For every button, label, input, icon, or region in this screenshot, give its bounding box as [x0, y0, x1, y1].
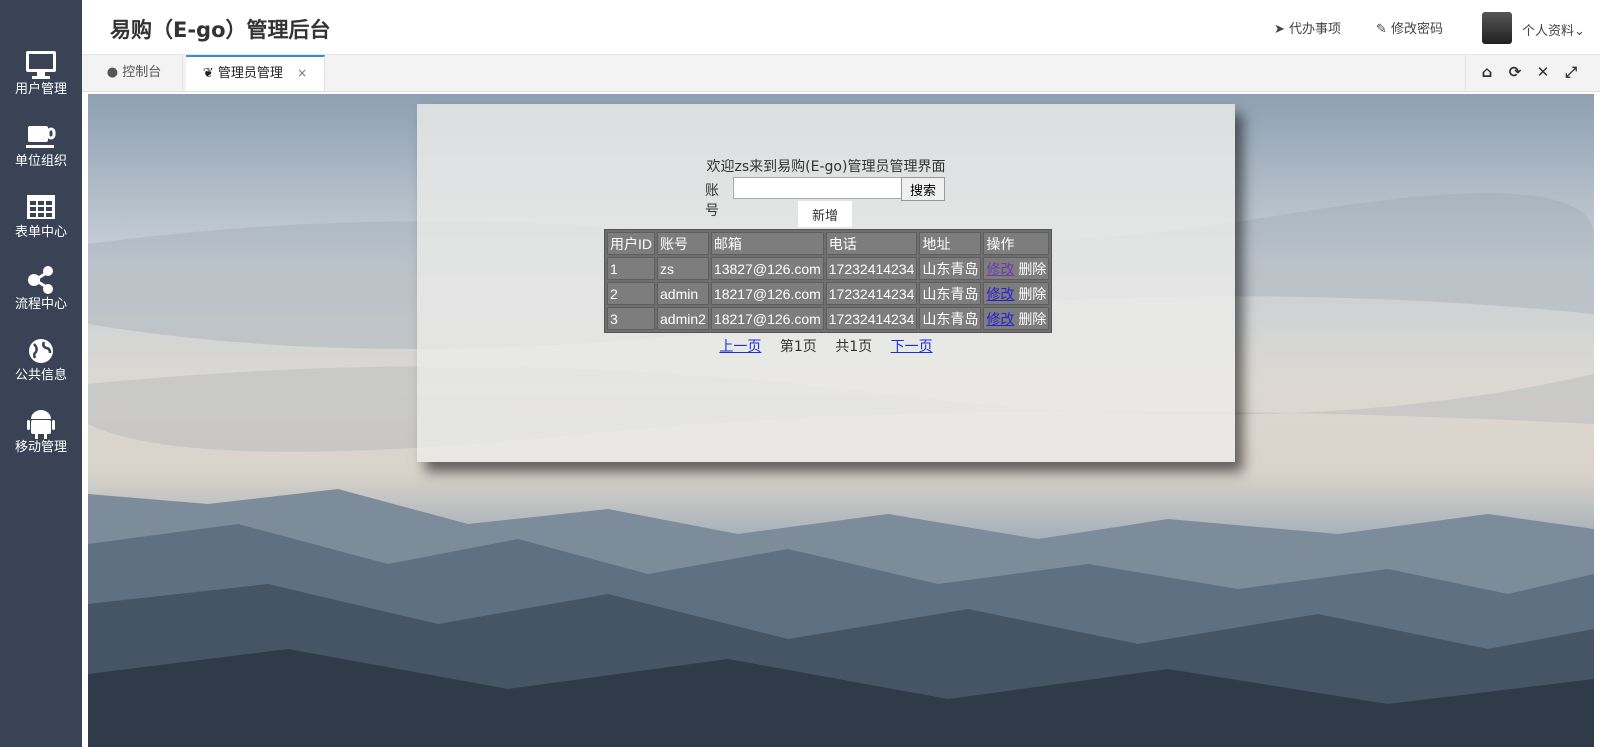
tab-admin-management[interactable]: ❦ 管理员管理 ×: [186, 55, 325, 91]
todo-link[interactable]: ➤ 代办事项: [1274, 18, 1341, 37]
table-header-row: 用户ID 账号 邮箱 电话 地址 操作: [607, 232, 1050, 255]
home-icon[interactable]: ⌂: [1478, 63, 1496, 81]
cell-address: 山东青岛: [919, 307, 982, 330]
sidebar-item-organization[interactable]: 单位组织: [0, 120, 82, 186]
table-row: 2 admin 18217@126.com 17232414234 山东青岛 修…: [607, 282, 1050, 305]
sidebar-item-mobile[interactable]: 移动管理: [0, 406, 82, 472]
cell-account: zs: [657, 257, 709, 280]
sidebar-item-label: 移动管理: [14, 440, 67, 455]
share-nodes-icon: [0, 263, 82, 297]
delete-link[interactable]: 删除: [1018, 286, 1046, 302]
sidebar-item-label: 流程中心: [14, 297, 67, 312]
paper-plane-icon: ➤: [1274, 22, 1285, 37]
delete-link[interactable]: 删除: [1018, 261, 1046, 277]
cell-address: 山东青岛: [919, 282, 982, 305]
cell-actions: 修改 删除: [983, 307, 1050, 330]
sidebar-item-label: 公共信息: [14, 368, 67, 383]
tab-label: 控制台: [122, 65, 162, 80]
todo-label: 代办事项: [1289, 22, 1342, 37]
cell-id: 1: [607, 257, 655, 280]
profile-menu[interactable]: 个人资料⌄: [1522, 20, 1585, 39]
account-search-input[interactable]: [733, 177, 903, 199]
cell-address: 山东青岛: [919, 257, 982, 280]
sidebar-item-label: 用户管理: [14, 82, 67, 97]
cell-id: 3: [607, 307, 655, 330]
coffee-cup-icon: [0, 120, 82, 154]
tab-bar: ● 控制台 ❦ 管理员管理 × ⌂ ⟳ ✕ ⤢: [82, 54, 1600, 92]
chevron-down-icon: ⌄: [1574, 24, 1585, 39]
close-icon[interactable]: ✕: [1534, 63, 1552, 81]
tab-toolbar: ⌂ ⟳ ✕ ⤢: [1465, 55, 1592, 90]
admin-table: 用户ID 账号 邮箱 电话 地址 操作 1 zs 13827@126.com 1…: [604, 229, 1053, 333]
sidebar-item-label: 表单中心: [14, 225, 67, 240]
cell-email: 13827@126.com: [710, 257, 824, 280]
sidebar-item-forms[interactable]: 表单中心: [0, 191, 82, 257]
total-pages-text: 共1页: [835, 339, 873, 355]
column-header: 电话: [825, 232, 918, 255]
column-header: 用户ID: [607, 232, 655, 255]
cell-email: 18217@126.com: [710, 307, 824, 330]
cell-account: admin: [657, 282, 709, 305]
content-frame: 欢迎zs来到易购(E-go)管理员管理界面 账号 搜索 新增 用户ID 账号 邮…: [88, 94, 1594, 747]
current-page-text: 第1页: [779, 339, 817, 355]
tab-console[interactable]: ● 控制台: [86, 55, 183, 90]
top-header: 易购（E-go）管理后台 ➤ 代办事项 ✎ 修改密码 个人资料⌄: [82, 0, 1600, 54]
edit-icon: ✎: [1376, 22, 1387, 37]
cell-id: 2: [607, 282, 655, 305]
change-password-label: 修改密码: [1391, 22, 1444, 37]
delete-link[interactable]: 删除: [1018, 311, 1046, 327]
sidebar-item-user-management[interactable]: 用户管理: [0, 48, 82, 114]
next-page-link[interactable]: 下一页: [891, 339, 933, 355]
sidebar-item-label: 单位组织: [14, 154, 67, 169]
avatar[interactable]: [1482, 12, 1512, 44]
grid-table-icon: [0, 191, 82, 225]
column-header: 地址: [919, 232, 982, 255]
edit-link[interactable]: 修改: [986, 311, 1014, 327]
monitor-icon: [0, 48, 82, 82]
tab-close-icon[interactable]: ×: [297, 66, 307, 80]
dashboard-icon: ●: [106, 65, 119, 80]
cell-phone: 17232414234: [825, 257, 918, 280]
pagination: 上一页 第1页 共1页 下一页: [417, 336, 1235, 356]
edit-link[interactable]: 修改: [986, 261, 1014, 277]
leaf-icon: ❦: [202, 66, 214, 81]
cell-phone: 17232414234: [825, 282, 918, 305]
globe-icon: [0, 334, 82, 368]
add-button[interactable]: 新增: [798, 201, 852, 227]
fullscreen-icon[interactable]: ⤢: [1562, 63, 1580, 81]
profile-label: 个人资料: [1522, 24, 1575, 39]
admin-panel: 欢迎zs来到易购(E-go)管理员管理界面 账号 搜索 新增 用户ID 账号 邮…: [417, 104, 1235, 462]
table-row: 1 zs 13827@126.com 17232414234 山东青岛 修改 删…: [607, 257, 1050, 280]
account-label: 账号: [705, 183, 719, 219]
welcome-message: 欢迎zs来到易购(E-go)管理员管理界面: [706, 159, 946, 175]
table-row: 3 admin2 18217@126.com 17232414234 山东青岛 …: [607, 307, 1050, 330]
sidebar: 用户管理 单位组织 表单中心 流程中心 公共信息 移动管理: [0, 0, 82, 747]
refresh-icon[interactable]: ⟳: [1506, 63, 1524, 81]
cell-email: 18217@126.com: [710, 282, 824, 305]
column-header: 操作: [983, 232, 1050, 255]
android-icon: [0, 406, 82, 440]
app-title: 易购（E-go）管理后台: [110, 18, 331, 42]
edit-link[interactable]: 修改: [986, 286, 1014, 302]
tab-label: 管理员管理: [217, 66, 283, 81]
search-button[interactable]: 搜索: [901, 177, 945, 201]
prev-page-link[interactable]: 上一页: [719, 339, 761, 355]
cell-actions: 修改 删除: [983, 282, 1050, 305]
column-header: 账号: [657, 232, 709, 255]
cell-account: admin2: [657, 307, 709, 330]
sidebar-item-workflow[interactable]: 流程中心: [0, 263, 82, 329]
cell-actions: 修改 删除: [983, 257, 1050, 280]
sidebar-item-public-info[interactable]: 公共信息: [0, 334, 82, 400]
column-header: 邮箱: [710, 232, 824, 255]
change-password-link[interactable]: ✎ 修改密码: [1376, 18, 1443, 37]
cell-phone: 17232414234: [825, 307, 918, 330]
